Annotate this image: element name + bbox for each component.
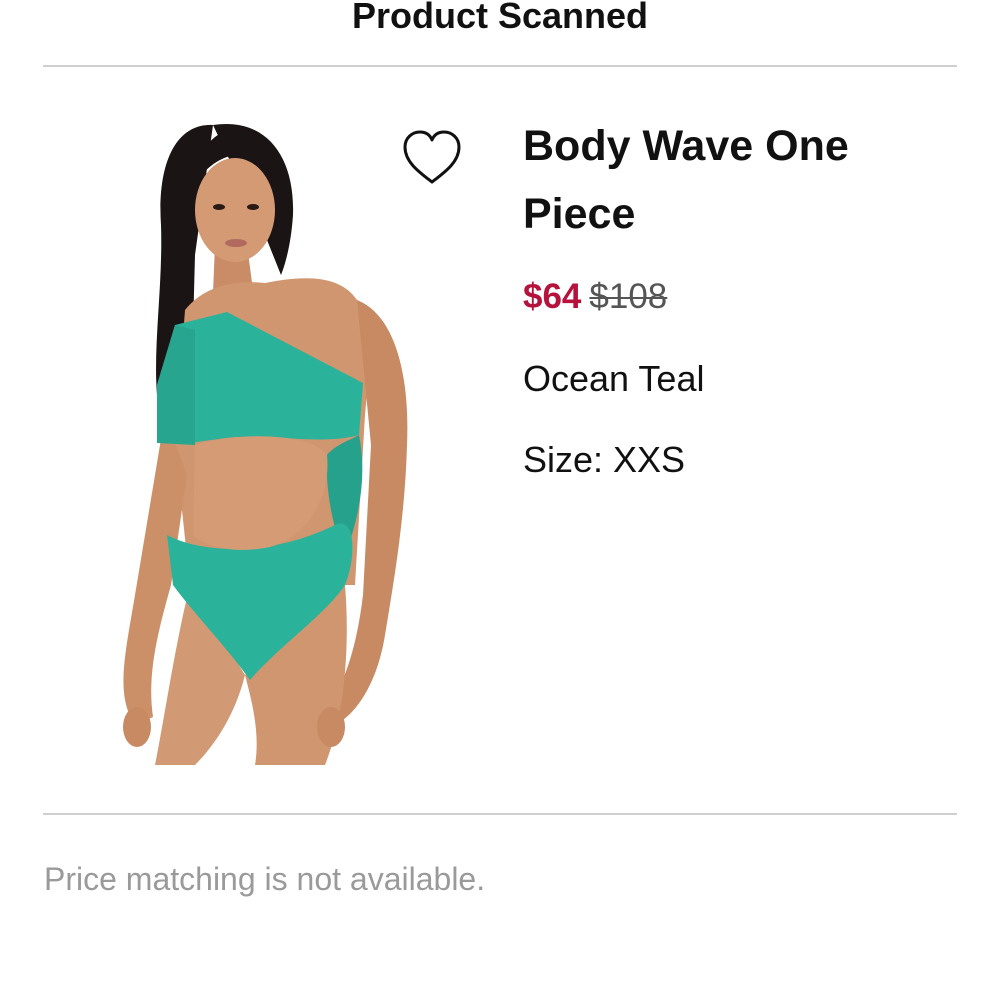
header-divider [43, 65, 957, 67]
favorite-button[interactable] [400, 127, 464, 189]
price-match-notice: Price matching is not available. [44, 861, 486, 897]
product-size: Size: XXS [523, 439, 686, 480]
product-name: Body Wave One Piece [523, 122, 849, 238]
content-divider [43, 813, 957, 815]
page-title: Product Scanned [351, 0, 649, 36]
heart-outline-icon [403, 130, 461, 184]
price-row: $64 $108 [523, 274, 667, 320]
product-color: Ocean Teal [523, 358, 705, 399]
original-price: $108 [589, 277, 668, 316]
sale-price: $64 [523, 277, 582, 316]
product-image [123, 123, 408, 765]
